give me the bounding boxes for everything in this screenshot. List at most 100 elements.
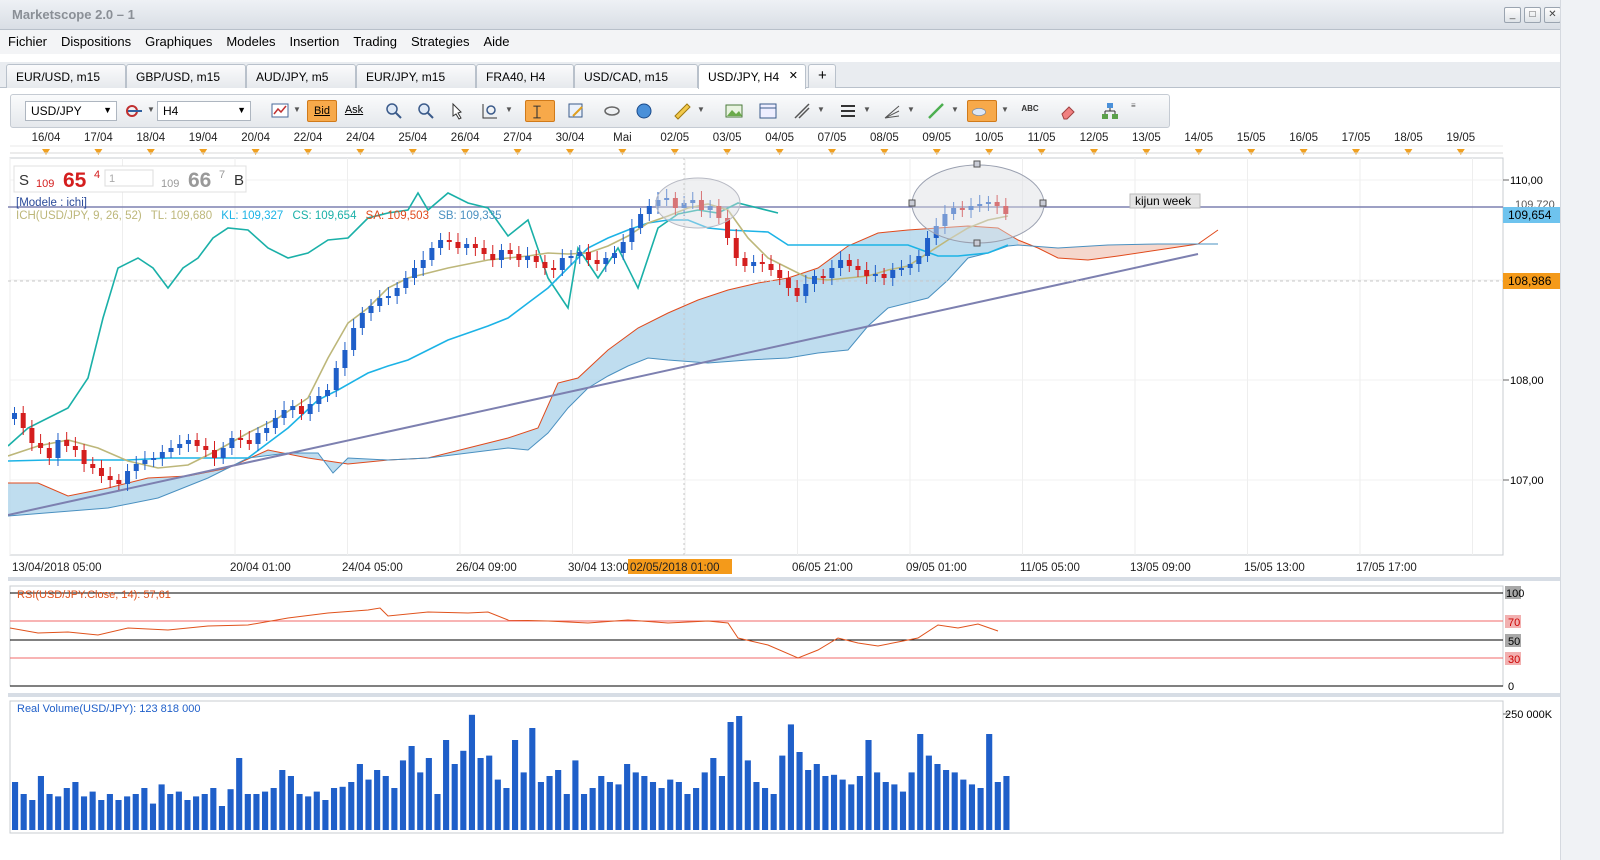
menu-trading[interactable]: Trading: [345, 30, 403, 49]
trendline-icon[interactable]: [925, 100, 947, 122]
bearish-candle: [846, 260, 852, 266]
price-tick: 108,00: [1510, 375, 1544, 387]
data-window-icon[interactable]: [479, 100, 501, 122]
chart-type-icon[interactable]: [123, 100, 145, 122]
tab-eurusd-m15[interactable]: EUR/USD, m15: [6, 64, 126, 88]
bullish-candle: [125, 471, 131, 484]
bearish-candle: [551, 268, 557, 270]
menu-insertion[interactable]: Insertion: [281, 30, 345, 49]
template-icon[interactable]: [757, 100, 779, 122]
globe-icon[interactable]: [633, 100, 655, 122]
sell-price[interactable]: 65: [63, 169, 87, 192]
menu-graphiques[interactable]: Graphiques: [137, 30, 218, 49]
tab-gbpusd-m15[interactable]: GBP/USD, m15: [126, 64, 246, 88]
buy-label[interactable]: B: [234, 172, 244, 189]
tab-fra40-h4[interactable]: FRA40, H4: [476, 64, 574, 88]
eraser-icon[interactable]: [1057, 100, 1079, 122]
volume-bar: [149, 803, 157, 830]
chevron-down-icon[interactable]: ▼: [147, 105, 155, 114]
tab-audjpy-m5[interactable]: AUD/JPY, m5: [246, 64, 356, 88]
menu-strategies[interactable]: Strategies: [403, 30, 476, 49]
chevron-down-icon[interactable]: ▼: [293, 105, 301, 114]
ask-button[interactable]: Ask: [341, 100, 367, 122]
bearish-candle: [298, 406, 304, 414]
ruler-icon[interactable]: [671, 100, 693, 122]
top-date-label: 18/05: [1394, 132, 1423, 144]
buy-big-figure[interactable]: 109: [161, 178, 179, 190]
bullish-candle: [281, 410, 287, 418]
top-date-label: 17/05: [1342, 132, 1371, 144]
bearish-candle: [246, 440, 252, 444]
close-tab-icon[interactable]: ✕: [789, 69, 798, 82]
volume-bar: [580, 794, 588, 830]
chevron-down-icon[interactable]: ▼: [505, 105, 513, 114]
volume-bar: [460, 750, 467, 830]
volume-bar: [37, 776, 44, 830]
bearish-candle: [446, 240, 452, 242]
add-tab-button[interactable]: +: [808, 64, 836, 88]
menu-aide[interactable]: Aide: [476, 30, 516, 49]
buy-pip-fraction[interactable]: 7: [219, 169, 225, 181]
volume-bar: [624, 764, 631, 830]
crosshair-icon[interactable]: [447, 100, 469, 122]
buy-price[interactable]: 66: [188, 169, 211, 192]
bullish-candle: [290, 406, 296, 410]
menu-fichier[interactable]: Fichier: [0, 30, 53, 49]
chevron-down-icon[interactable]: ▼: [863, 105, 871, 114]
bullish-candle: [272, 418, 278, 428]
volume-bar: [830, 774, 838, 830]
zoom-out-icon[interactable]: [415, 100, 437, 122]
bearish-candle: [72, 446, 78, 450]
bearish-candle: [777, 270, 783, 278]
volume-bar: [443, 740, 450, 830]
chart-area[interactable]: 16/04 17/04 18/04 19/04 20/04 22/04 24/04 25/04…: [7, 128, 1560, 844]
fan-icon[interactable]: [881, 100, 903, 122]
tab-usdcad-m15[interactable]: USD/CAD, m15: [574, 64, 698, 88]
zoom-in-icon[interactable]: [383, 100, 405, 122]
toolbar-more-icon[interactable]: ≡: [1131, 101, 1136, 110]
sync-cursor-icon[interactable]: [525, 100, 555, 122]
close-button[interactable]: ✕: [1544, 7, 1561, 23]
properties-icon[interactable]: [565, 100, 587, 122]
menu-modeles[interactable]: Modeles: [218, 30, 281, 49]
text-tool-icon[interactable]: ABC: [1019, 100, 1041, 122]
tab-usdjpy-h4[interactable]: USD/JPY, H4 ✕: [698, 64, 806, 89]
ellipse-tool-icon[interactable]: [967, 100, 997, 122]
spread-value: 1: [109, 173, 115, 185]
chevron-down-icon[interactable]: ▼: [697, 105, 705, 114]
lines-icon[interactable]: [837, 100, 859, 122]
tab-eurjpy-m15[interactable]: EUR/JPY, m15: [356, 64, 476, 88]
maximize-button[interactable]: □: [1524, 7, 1541, 23]
bullish-candle: [638, 214, 644, 228]
chevron-down-icon[interactable]: ▼: [951, 105, 959, 114]
chevron-down-icon[interactable]: ▼: [1001, 105, 1009, 114]
bullish-candle: [159, 452, 165, 458]
sell-pip-fraction[interactable]: 4: [94, 169, 100, 181]
chevron-down-icon[interactable]: ▼: [907, 105, 915, 114]
picture-icon[interactable]: [723, 100, 745, 122]
chevron-down-icon[interactable]: ▼: [817, 105, 825, 114]
link-icon[interactable]: [601, 100, 623, 122]
chart-style-icon[interactable]: [269, 100, 291, 122]
annotation-label[interactable]: kijun week: [1135, 194, 1192, 208]
bullish-candle: [368, 306, 374, 313]
bullish-candle: [898, 268, 904, 270]
bullish-candle: [359, 313, 365, 328]
bullish-candle: [229, 438, 235, 448]
menu-dispositions[interactable]: Dispositions: [53, 30, 137, 49]
sell-label[interactable]: S: [19, 172, 29, 189]
pane-splitter[interactable]: [8, 693, 1560, 697]
bid-button[interactable]: Bid: [307, 100, 337, 122]
object-tree-icon[interactable]: [1099, 100, 1121, 122]
timeframe-select[interactable]: H4 ▼: [157, 101, 251, 121]
sell-big-figure[interactable]: 109: [36, 178, 54, 190]
pane-splitter[interactable]: [8, 577, 1560, 581]
minimize-button[interactable]: _: [1504, 7, 1521, 23]
price-tick: 110,00: [1510, 175, 1543, 187]
bullish-candle: [420, 260, 426, 268]
symbol-select[interactable]: USD/JPY ▼: [25, 101, 117, 121]
tools-icon[interactable]: [791, 100, 813, 122]
bullish-candle: [342, 350, 348, 368]
volume-bar: [20, 794, 27, 830]
chart-canvas[interactable]: 16/04 17/04 18/04 19/04 20/04 22/04 24/04 25/04…: [7, 128, 1560, 844]
